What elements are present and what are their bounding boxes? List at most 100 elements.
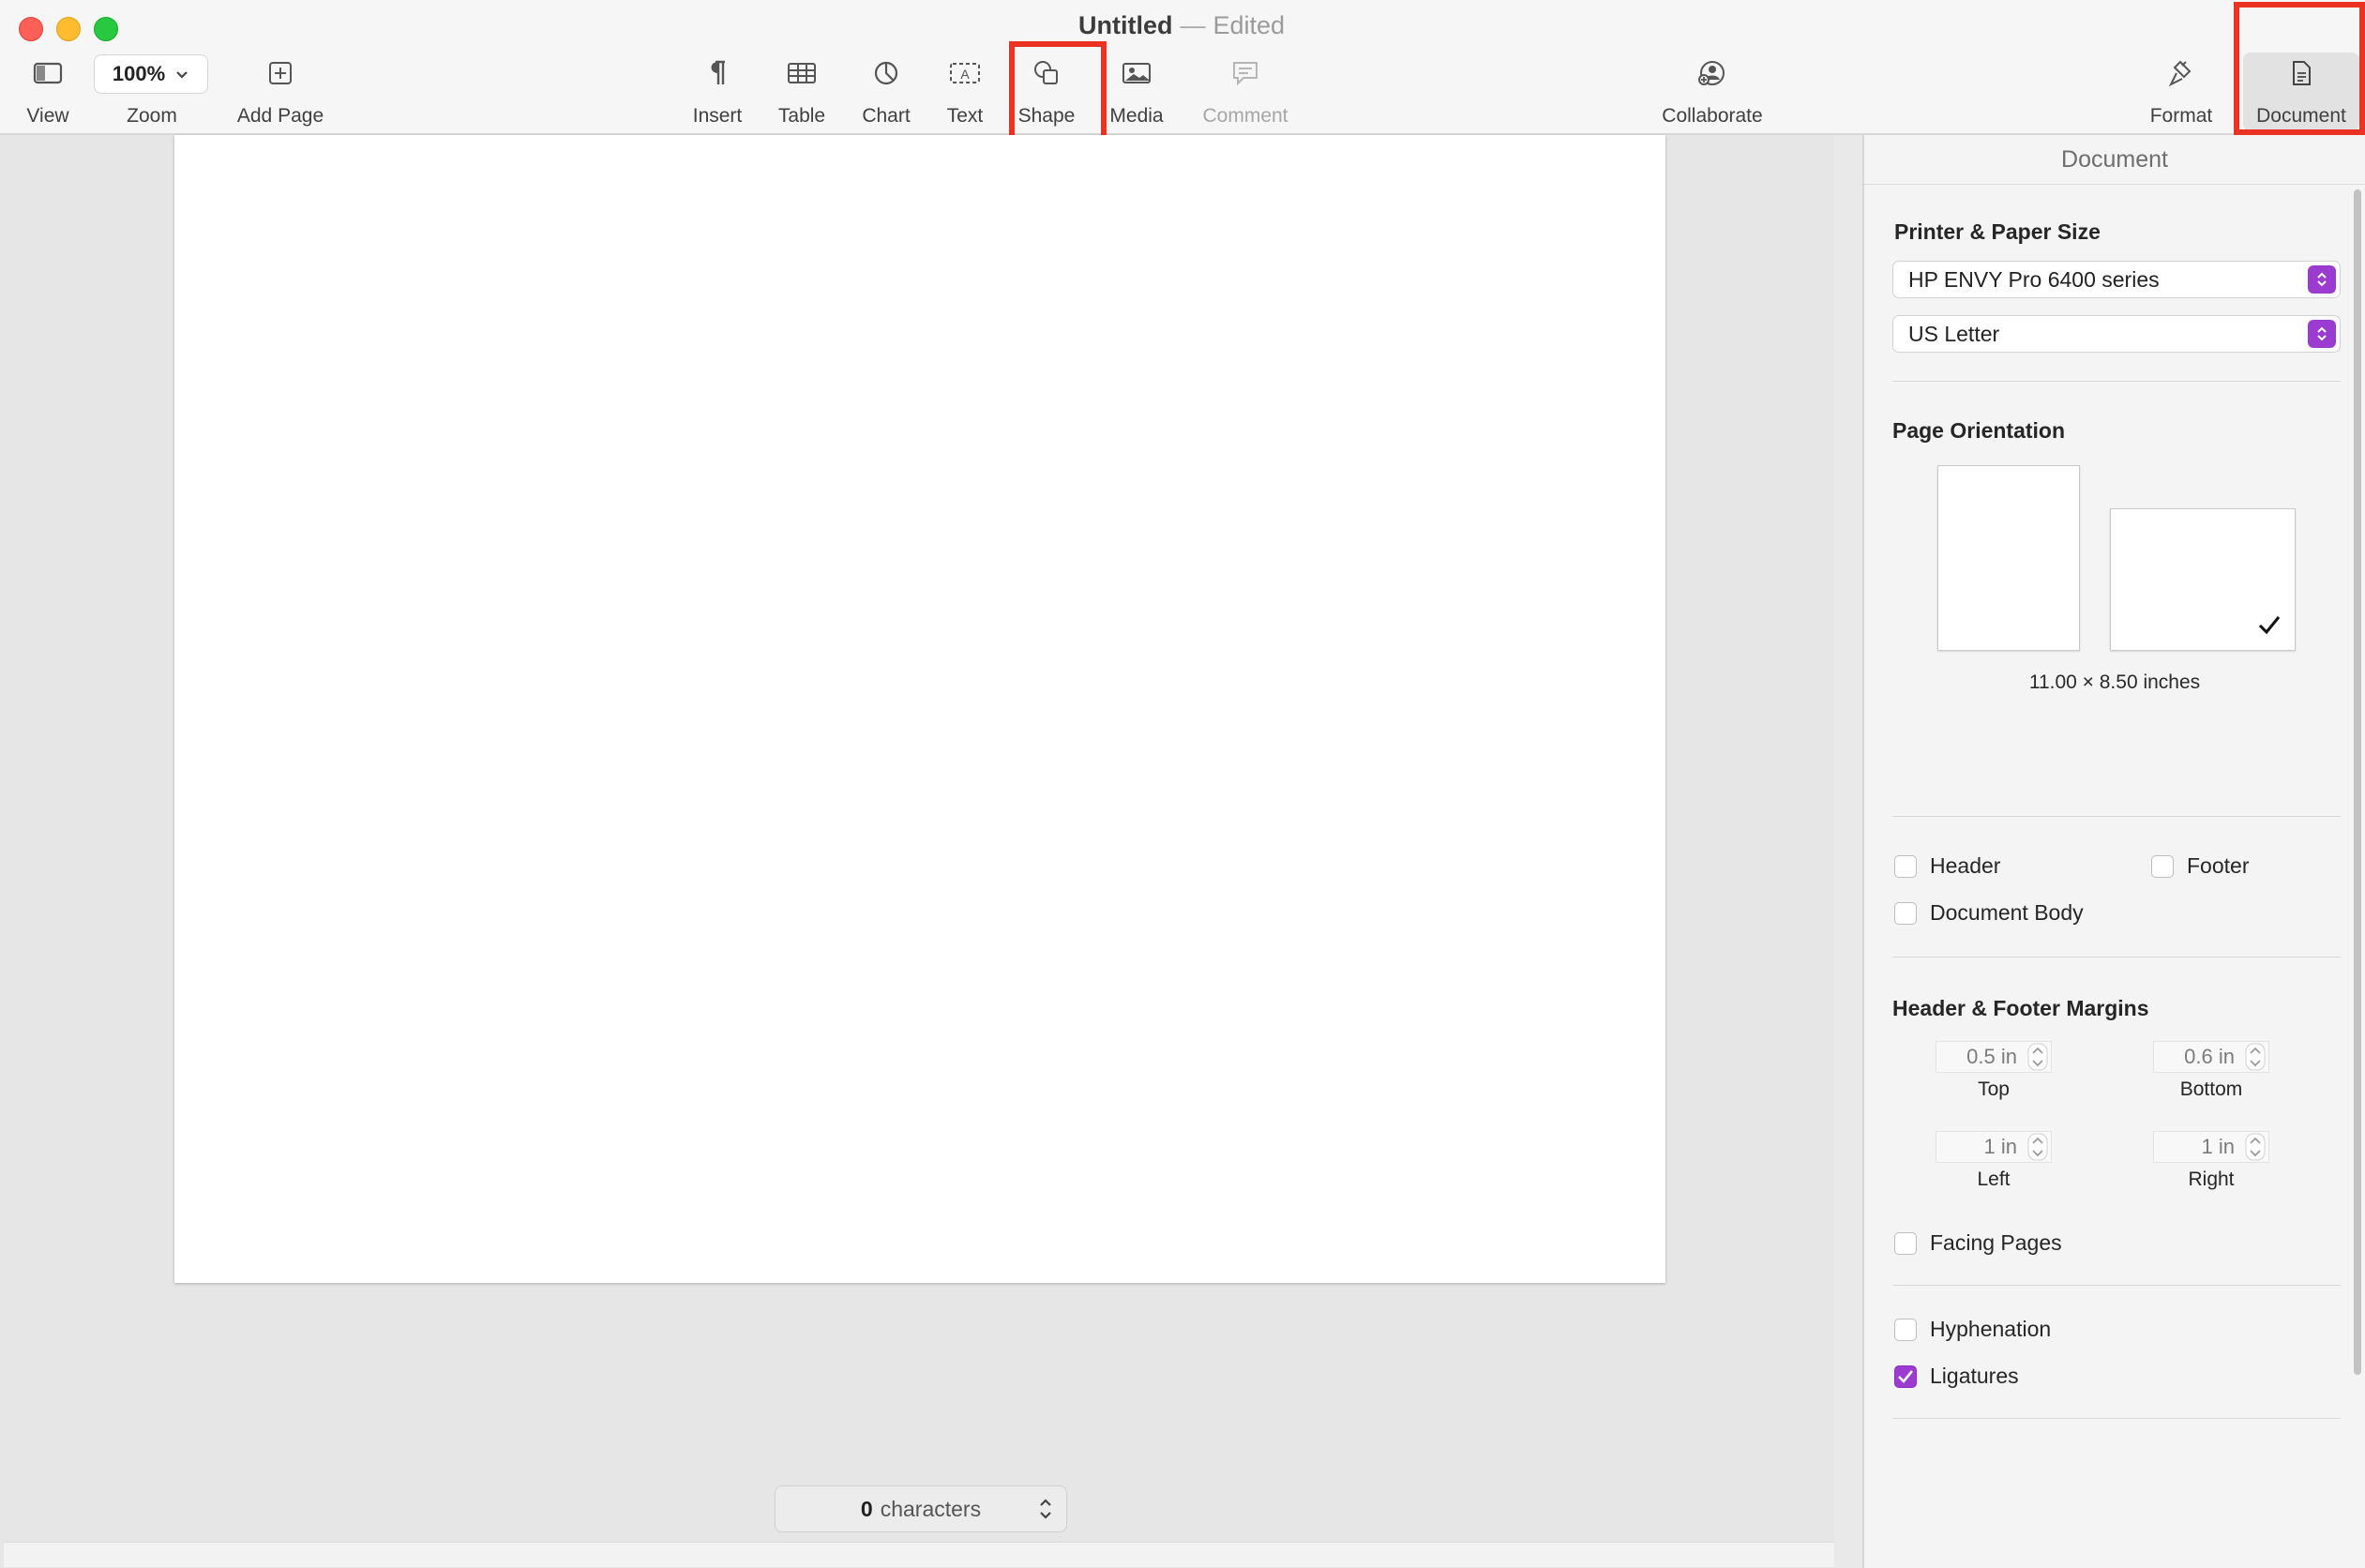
facing-pages-checkbox-row[interactable]: Facing Pages — [1894, 1230, 2062, 1256]
footer-label: Footer — [2187, 853, 2250, 878]
image-icon — [1118, 56, 1155, 90]
paper-size-select[interactable]: US Letter — [1892, 315, 2341, 353]
stepper-icon[interactable] — [2026, 1043, 2049, 1079]
shape-label: Shape — [1017, 105, 1076, 127]
zoom-item: Zoom — [113, 56, 191, 128]
margin-top-field[interactable]: 0.5 in — [1936, 1041, 2052, 1073]
paper-size-value: US Letter — [1908, 322, 2000, 346]
chart-label: Chart — [862, 105, 911, 127]
header-checkbox-row[interactable]: Header — [1894, 853, 2000, 879]
landscape-orientation-option[interactable] — [2110, 508, 2296, 651]
margin-left-value: 1 in — [1983, 1135, 2017, 1158]
insert-label: Insert — [692, 105, 743, 127]
add-page-label: Add Page — [236, 105, 324, 127]
inspector-title: Document — [1864, 135, 2365, 185]
document-icon — [2282, 56, 2320, 90]
inspector-scrollbar[interactable] — [2354, 189, 2361, 1375]
hyphenation-checkbox-row[interactable]: Hyphenation — [1894, 1317, 2051, 1342]
media-button[interactable]: Media — [1103, 56, 1170, 128]
canvas-gutter — [1834, 135, 1862, 1568]
orientation-section-heading: Page Orientation — [1892, 418, 2066, 443]
margin-bottom-field[interactable]: 0.6 in — [2153, 1041, 2269, 1073]
title-separator: — — [1180, 11, 1206, 39]
up-down-chevron-icon — [1038, 1496, 1053, 1528]
divider — [1892, 1418, 2341, 1419]
margin-top-value: 0.5 in — [1966, 1045, 2017, 1068]
table-icon — [783, 56, 821, 90]
document-body-checkbox[interactable] — [1894, 901, 1917, 925]
checkmark-icon — [1898, 1369, 1914, 1383]
margin-left-field[interactable]: 1 in — [1936, 1131, 2052, 1163]
margin-right-field[interactable]: 1 in — [2153, 1131, 2269, 1163]
format-button[interactable]: Format — [2144, 56, 2219, 128]
character-count-label: characters — [880, 1496, 982, 1521]
comment-button[interactable]: Comment — [1191, 56, 1300, 128]
horizontal-scrollbar[interactable] — [4, 1542, 1834, 1567]
character-count-menu[interactable]: 0 characters — [775, 1485, 1067, 1532]
checkmark-icon — [2257, 613, 2282, 641]
pages-window: Untitled — Edited View 100% Zoom Add Page — [0, 0, 2365, 1568]
margin-top-label: Top — [1978, 1078, 2010, 1100]
table-button[interactable]: Table — [771, 56, 833, 128]
divider — [1892, 381, 2341, 382]
zoom-window-button[interactable] — [94, 17, 118, 41]
hyphenation-checkbox[interactable] — [1894, 1318, 1917, 1341]
collaborate-label: Collaborate — [1662, 105, 1763, 127]
facing-pages-checkbox[interactable] — [1894, 1231, 1917, 1255]
select-arrows-icon — [2308, 320, 2336, 348]
pilcrow-icon — [699, 56, 736, 90]
media-label: Media — [1109, 105, 1164, 127]
printer-select[interactable]: HP ENVY Pro 6400 series — [1892, 261, 2341, 298]
toolbar: Untitled — Edited View 100% Zoom Add Page — [0, 0, 2365, 135]
stepper-icon[interactable] — [2244, 1133, 2267, 1169]
stepper-icon[interactable] — [2244, 1043, 2267, 1079]
divider — [1892, 1285, 2341, 1286]
collaborate-button[interactable]: Collaborate — [1654, 56, 1770, 128]
insert-button[interactable]: Insert — [685, 56, 750, 128]
window-title: Untitled — Edited — [1032, 11, 1332, 40]
comment-icon — [1227, 56, 1264, 90]
document-button[interactable]: Document — [2245, 56, 2357, 128]
view-button[interactable]: View — [17, 56, 79, 128]
ligatures-checkbox-row[interactable]: Ligatures — [1894, 1364, 2019, 1389]
text-button[interactable]: A Text — [938, 56, 992, 128]
edited-status: Edited — [1213, 11, 1286, 39]
ligatures-checkbox[interactable] — [1894, 1364, 1917, 1388]
margin-right-label: Right — [2188, 1168, 2235, 1190]
header-checkbox[interactable] — [1894, 854, 1917, 878]
document-title: Untitled — [1077, 11, 1173, 39]
stepper-icon[interactable] — [2026, 1133, 2049, 1169]
margins-section-heading: Header & Footer Margins — [1892, 996, 2149, 1020]
add-page-icon — [262, 56, 299, 90]
shape-button[interactable]: Shape — [1013, 56, 1080, 128]
chart-button[interactable]: Chart — [853, 56, 919, 128]
margin-right-value: 1 in — [2201, 1135, 2235, 1158]
view-label: View — [26, 105, 69, 127]
portrait-orientation-option[interactable] — [1937, 465, 2080, 651]
document-page[interactable] — [174, 135, 1665, 1283]
document-body-label: Document Body — [1930, 900, 2084, 925]
select-arrows-icon — [2308, 265, 2336, 294]
footer-checkbox[interactable] — [2151, 854, 2174, 878]
collaborate-icon — [1694, 56, 1731, 90]
add-page-button[interactable]: Add Page — [229, 56, 332, 128]
minimize-window-button[interactable] — [56, 17, 81, 41]
zoom-label: Zoom — [127, 105, 177, 127]
document-body-checkbox-row[interactable]: Document Body — [1894, 900, 2084, 926]
margin-bottom-label: Bottom — [2179, 1078, 2243, 1100]
document-inspector: Document Printer & Paper Size HP ENVY Pr… — [1862, 135, 2365, 1568]
text-label: Text — [946, 105, 984, 127]
document-canvas[interactable]: 0 characters — [4, 135, 1834, 1542]
page-dimensions: 11.00 × 8.50 inches — [2028, 671, 2201, 693]
printer-section-heading: Printer & Paper Size — [1894, 219, 2101, 244]
printer-value: HP ENVY Pro 6400 series — [1908, 267, 2160, 292]
shape-icon — [1028, 56, 1065, 90]
sidebar-view-icon — [29, 56, 67, 90]
text-box-icon: A — [946, 56, 984, 90]
divider — [1892, 816, 2341, 817]
footer-checkbox-row[interactable]: Footer — [2151, 853, 2249, 879]
format-label: Format — [2149, 105, 2213, 127]
close-window-button[interactable] — [19, 17, 43, 41]
ligatures-label: Ligatures — [1930, 1364, 2019, 1388]
margin-bottom-value: 0.6 in — [2184, 1045, 2235, 1068]
